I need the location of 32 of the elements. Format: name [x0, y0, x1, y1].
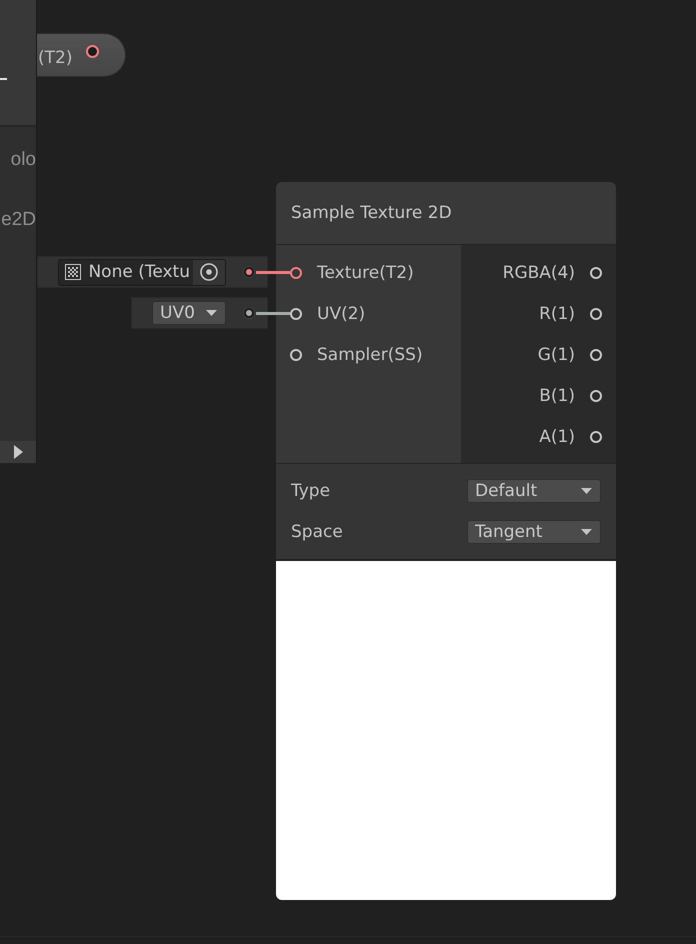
connection-edge — [256, 271, 290, 274]
caret-down-icon — [206, 310, 217, 316]
setting-label: Space — [291, 522, 343, 542]
port-icon[interactable] — [243, 307, 255, 319]
dash-icon — [0, 78, 7, 80]
port-label: Texture(T2) — [317, 262, 414, 284]
panel-item-label[interactable]: olo — [0, 149, 36, 175]
checkerboard-icon — [65, 264, 82, 280]
port-label: Sampler(SS) — [317, 344, 423, 366]
caret-right-icon[interactable] — [14, 445, 23, 459]
dropdown[interactable]: UV0 — [152, 301, 226, 325]
port-label: A(1) — [539, 426, 575, 448]
port-label: UV(2) — [317, 302, 366, 324]
port-icon[interactable] — [86, 44, 100, 58]
node-title: Sample Texture 2D — [291, 203, 452, 223]
dropdown[interactable]: Default — [467, 478, 601, 502]
panel-item-label[interactable]: e2D — [0, 209, 36, 235]
property-node[interactable]: (T2) — [37, 33, 126, 77]
dropdown[interactable]: Tangent — [467, 520, 601, 544]
property-label: (T2) — [38, 48, 72, 68]
port-label: B(1) — [539, 384, 575, 406]
object-field[interactable]: None (Textu — [58, 258, 226, 286]
port-icon[interactable] — [243, 266, 255, 278]
setting-label: Type — [291, 480, 330, 500]
caret-down-icon — [581, 488, 592, 494]
port-label: R(1) — [539, 302, 575, 324]
target-icon — [200, 263, 218, 281]
port-label: RGBA(4) — [502, 262, 575, 284]
caret-down-icon — [581, 528, 592, 534]
connection-edge — [256, 312, 290, 315]
port-label: G(1) — [538, 344, 575, 366]
object-picker-button[interactable] — [193, 260, 225, 284]
